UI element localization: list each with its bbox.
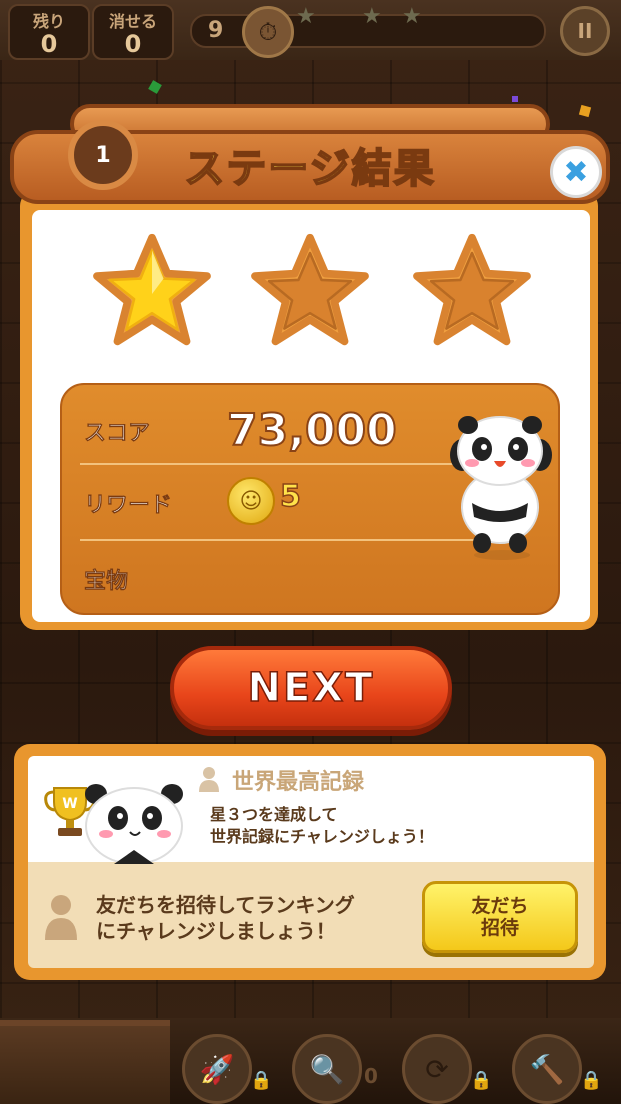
person-icon <box>45 895 77 940</box>
remaining-counter: 残り 0 <box>8 4 90 60</box>
world-record-desc-line2: 世界記録にチャレンジしょう！ <box>210 827 434 846</box>
person-icon <box>199 767 219 792</box>
treasure-label: 宝物 <box>84 569 129 595</box>
hammer-item-button[interactable]: 🔨 <box>512 1034 582 1104</box>
world-record-title: 世界最高記録 <box>232 770 365 795</box>
lock-icon: 🔒 <box>250 1070 273 1091</box>
remaining-label: 残り <box>32 12 65 31</box>
result-header: ステージ結果 1 ✖ <box>10 100 610 210</box>
result-title: ステージ結果 <box>183 145 436 193</box>
world-record-description: 星３つを達成して 世界記録にチャレンジしょう！ <box>210 804 434 848</box>
clock-icon: ⏱ <box>242 6 294 58</box>
clearable-label: 消せる <box>108 12 157 31</box>
pause-button[interactable]: II <box>560 6 610 56</box>
invite-desc-line1: 友だちを招待してランキング <box>96 893 355 917</box>
next-button[interactable]: NEXT <box>170 646 452 730</box>
item-count: 0 <box>364 1064 378 1088</box>
reward-value: 5 <box>279 478 301 515</box>
clearable-counter: 消せる 0 <box>92 4 174 60</box>
invite-button-line2: 招待 <box>480 917 519 939</box>
invite-friends-button[interactable]: 友だち 招待 <box>422 881 578 953</box>
invite-desc-line2: にチャレンジしましょう！ <box>96 919 336 943</box>
remaining-value: 0 <box>40 30 58 58</box>
hud-star-icon: ★ <box>402 4 422 29</box>
shuffle-item-button[interactable]: ⟳ <box>402 1034 472 1104</box>
invite-description: 友だちを招待してランキング にチャレンジしましょう！ <box>96 892 355 944</box>
clearable-value: 0 <box>124 30 142 58</box>
invite-button-line1: 友だち <box>471 895 529 917</box>
lock-icon: 🔒 <box>580 1070 603 1091</box>
rocket-item-button[interactable]: 🚀 <box>182 1034 252 1104</box>
panda-mascot-icon <box>450 416 552 560</box>
score-value: 73,000 <box>226 404 398 457</box>
close-button[interactable]: ✖ <box>550 146 602 198</box>
star-empty-icon <box>246 230 374 358</box>
shop-hut[interactable] <box>0 1020 170 1104</box>
svg-text:W: W <box>62 796 77 812</box>
moves-count: 9 <box>208 18 224 43</box>
coin-icon: ☺ <box>227 477 275 525</box>
hud-star-icon: ★ <box>296 4 316 29</box>
magnifier-item-button[interactable]: 🔍 <box>292 1034 362 1104</box>
lock-icon: 🔒 <box>470 1070 493 1091</box>
panda-mascot-icon <box>85 784 183 864</box>
level-badge: 1 <box>68 120 138 190</box>
hud-star-icon: ★ <box>362 4 382 29</box>
world-record-desc-line1: 星３つを達成して <box>210 805 338 824</box>
star-earned-icon <box>88 230 216 358</box>
star-empty-icon <box>408 230 536 358</box>
